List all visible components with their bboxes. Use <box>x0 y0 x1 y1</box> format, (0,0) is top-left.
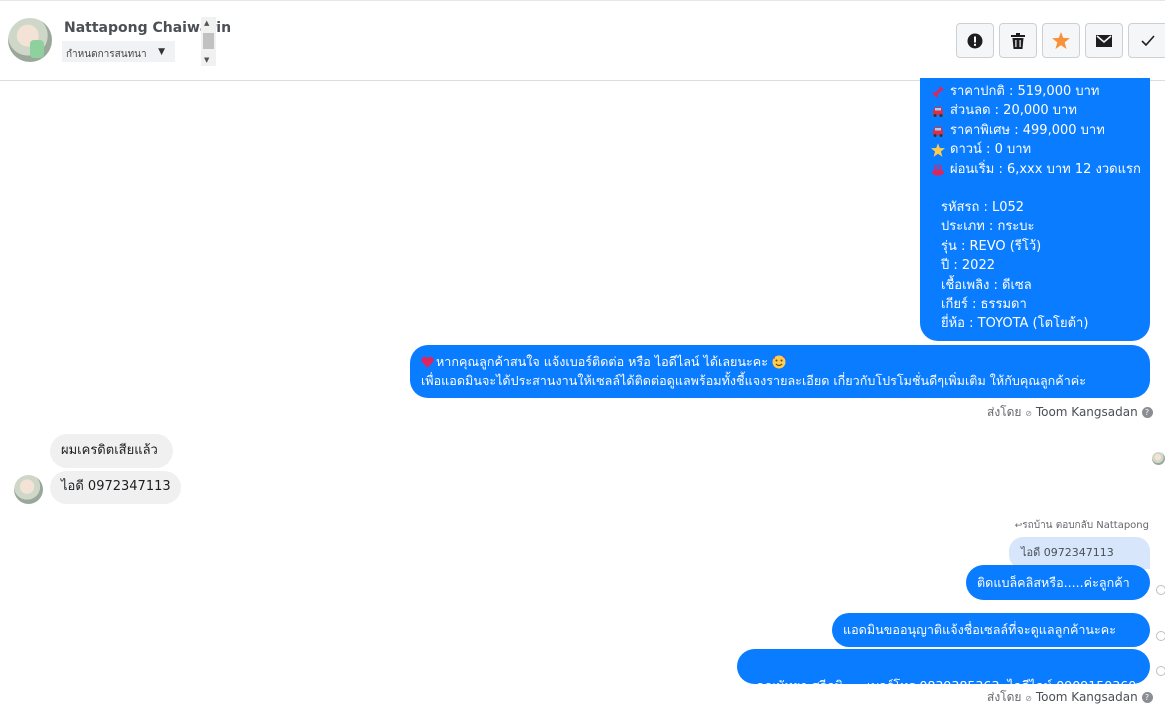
delivered-icon <box>1156 666 1165 676</box>
alert-circle-icon <box>967 33 983 48</box>
admin-request-message[interactable]: แอดมินขออนุญาติแจ้งชื่อเซลล์ที่จะดูแลลูก… <box>832 613 1150 647</box>
reply-header: ↩รถบ้าน ตอบกลับ Nattapong <box>1014 520 1149 531</box>
scroll-up-icon[interactable]: ▲ <box>204 19 209 27</box>
car-icon <box>931 104 945 118</box>
reply-message[interactable]: ติดแบล็คลิสหรือ.....ค่ะลูกค้า <box>966 565 1150 600</box>
report-button[interactable] <box>956 23 994 58</box>
star-button[interactable] <box>1042 23 1080 58</box>
trash-icon <box>1011 32 1025 49</box>
scroll-down-icon[interactable]: ▼ <box>204 56 209 64</box>
contact-offer-message[interactable]: หากคุณลูกค้าสนใจ แจ้งเบอร์ติดต่อ หรือ ไอ… <box>410 345 1150 398</box>
car-spec-message[interactable]: ราคาปกติ : 519,000 บาท ส่วนลด : 20,000 บ… <box>920 78 1150 341</box>
sent-by-meta: ส่งโดย ⊘ Toom Kangsadan ? <box>987 403 1153 422</box>
caret-down-icon: ▼ <box>158 47 165 57</box>
offer-line-1: หากคุณลูกค้าสนใจ แจ้งเบอร์ติดต่อ หรือ ไอ… <box>421 352 1150 371</box>
car-icon <box>931 124 945 138</box>
spec-line: เชื้อเพลิง : ดีเซล <box>941 277 1032 293</box>
star-emoji-icon <box>931 143 945 157</box>
hot-springs-icon <box>931 162 945 176</box>
delivered-icon <box>1156 631 1165 641</box>
spec-line: รหัสรถ : L052 <box>941 200 1025 216</box>
sent-by-meta: ส่งโดย ⊘ Toom Kangsadan ? <box>987 688 1153 707</box>
seen-avatar <box>1152 452 1165 465</box>
spec-line: รุ่น : REVO (รีโว้) <box>941 238 1042 254</box>
envelope-icon <box>1096 34 1112 47</box>
incoming-message[interactable]: ไอดี 0972347113 <box>50 471 181 504</box>
spec-line: เกียร์ : ธรรมดา <box>941 297 1027 313</box>
sales-contact-message[interactable]: คุณนัทยา ศรีภูมิ เบอร์โทร 0839385363 ไอด… <box>737 649 1150 693</box>
header-scrollbar[interactable]: ▲ ▼ <box>201 17 216 66</box>
incoming-message[interactable]: ผมเครดิตเสียแล้ว <box>50 434 173 468</box>
help-icon[interactable]: ? <box>1141 692 1153 703</box>
price-line: ราคาปกติ : 519,000 บาท <box>931 82 1150 101</box>
price-line: ราคาพิเศษ : 499,000 บาท <box>931 121 1150 140</box>
delivered-icon <box>1156 585 1165 595</box>
price-line: ดาวน์ : 0 บาท <box>931 140 1150 159</box>
spec-line: ยี่ห้อ : TOYOTA (โตโยต้า) <box>941 316 1089 332</box>
verified-icon: ⊘ <box>1025 409 1032 418</box>
contact-avatar-small[interactable] <box>14 475 43 504</box>
pushpin-icon <box>931 85 945 99</box>
check-icon <box>1141 35 1155 46</box>
mark-unread-button[interactable] <box>1085 23 1123 58</box>
sender-name[interactable]: Toom Kangsadan <box>1036 405 1138 419</box>
star-icon <box>1052 32 1070 49</box>
price-line: ส่วนลด : 20,000 บาท <box>931 101 1150 120</box>
conversation-stage-select[interactable]: กำหนดการสนทนา ▼ <box>62 41 175 62</box>
scrollbar-thumb[interactable] <box>203 33 214 49</box>
stage-select-value: กำหนดการสนทนา <box>66 49 147 60</box>
contact-avatar[interactable] <box>8 18 52 62</box>
spec-line: ประเภท : กระบะ <box>941 219 1035 235</box>
price-line: ผ่อนเริ่ม : 6,xxx บาท 12 งวดแรก <box>931 160 1150 179</box>
heart-icon <box>421 356 434 368</box>
verified-icon: ⊘ <box>1025 694 1032 703</box>
conversation-header: Nattapong Chaiwarin กำหนดการสนทนา ▼ ▲ ▼ <box>0 0 1165 81</box>
smiling-face-with-hearts-icon <box>772 355 786 368</box>
spec-line: ปี : 2022 <box>941 258 995 274</box>
help-icon[interactable]: ? <box>1141 407 1153 418</box>
mark-done-button[interactable] <box>1128 23 1165 58</box>
delete-button[interactable] <box>999 23 1037 58</box>
offer-line-2: เพื่อแอดมินจะได้ประสานงานให้เซลล์ได้ติดต… <box>421 373 1086 388</box>
sender-name[interactable]: Toom Kangsadan <box>1036 690 1138 704</box>
